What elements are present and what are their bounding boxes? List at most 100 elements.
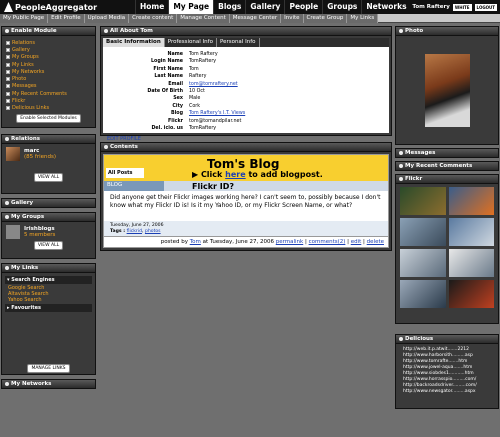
collapse-icon[interactable] [5,137,9,141]
subnav-invite[interactable]: Invite [281,14,304,23]
tag-link[interactable]: flickrid [127,229,142,234]
nav-people[interactable]: People [284,0,322,14]
relations-header[interactable]: Relations [1,134,96,144]
module-item[interactable]: Flickr [6,97,91,104]
module-item[interactable]: My Recent Comments [6,90,91,97]
nav-blogs[interactable]: Blogs [213,0,245,14]
module-item[interactable]: My Links [6,61,91,68]
module-item[interactable]: Gallery [6,46,91,53]
posted-at-text: at Tuesday, June 27, 2006 [202,239,274,245]
nav-networks[interactable]: Networks [361,0,410,14]
add-blogpost-link[interactable]: here [225,170,246,179]
module-item[interactable]: Photo [6,75,91,82]
subnav-message-center[interactable]: Message Center [229,14,282,23]
subnav-create-content[interactable]: Create content [129,14,178,23]
delicious-header[interactable]: Delicious [395,334,499,344]
messages-header[interactable]: Messages [395,148,499,158]
enable-modules-button[interactable]: Enable Selected Modules [16,113,81,123]
basic-info-content: Name Tom Raftery Login Name TomRaftery First… [103,47,389,142]
my-networks-header[interactable]: My Networks [1,379,96,389]
subnav-manage-content[interactable]: Manage Content [177,14,230,23]
nav-groups[interactable]: Groups [322,0,361,14]
avatar[interactable] [6,147,20,161]
collapse-icon[interactable] [5,215,9,219]
flickr-photo[interactable] [400,249,446,277]
permalink-link[interactable]: permalink [276,239,304,245]
nav-home[interactable]: Home [135,0,168,14]
collapse-icon[interactable] [5,266,9,270]
subnav-public-page[interactable]: My Public Page [0,14,49,23]
white-button[interactable]: WHITE [452,3,472,11]
collapse-icon[interactable] [104,145,108,149]
my-groups-header[interactable]: My Groups [1,212,96,222]
checkbox-icon[interactable] [6,84,10,89]
view-all-groups-button[interactable]: VIEW ALL [33,241,64,250]
collapse-icon[interactable] [399,337,403,341]
edit-post-link[interactable]: edit [351,239,362,245]
collapse-icon[interactable] [399,29,403,33]
checkbox-icon[interactable] [6,106,10,111]
profile-field-value[interactable]: Tom Raftery's I.T. Views [187,111,247,116]
subnav-edit-profile[interactable]: Edit Profile [48,14,85,23]
gallery-header[interactable]: Gallery [1,198,96,208]
tab-personal-info[interactable]: Personal Info [217,38,260,47]
module-item[interactable]: Relations [6,39,91,46]
flickr-header[interactable]: Flickr [395,174,499,184]
module-item[interactable]: Delicious Links [6,105,91,112]
collapse-icon[interactable] [399,164,403,168]
manage-links-button[interactable]: MANAGE LINKS [27,364,70,373]
author-link[interactable]: Tom [190,239,201,245]
module-item[interactable]: My Networks [6,68,91,75]
checkbox-icon[interactable] [6,55,10,60]
checkbox-icon[interactable] [6,47,10,52]
view-all-relations-button[interactable]: VIEW ALL [33,173,64,182]
subnav-create-group[interactable]: Create Group [303,14,348,23]
enable-module-header[interactable]: Enable Module [1,26,96,36]
all-posts-tab[interactable]: All Posts [106,168,144,178]
flickr-photo[interactable] [448,187,494,215]
flickr-photo[interactable] [448,218,494,246]
tab-basic-info[interactable]: Basic Information [103,38,165,47]
checkbox-icon[interactable] [6,40,10,45]
delicious-link[interactable]: http://www.newsgator.........aspx [400,389,494,395]
delete-post-link[interactable]: delete [367,239,384,245]
tab-professional-info[interactable]: Professional Info [165,38,217,47]
link-item[interactable]: Yahoo Search [5,297,92,303]
checkbox-icon[interactable] [6,99,10,104]
checkbox-icon[interactable] [6,69,10,74]
contents-header[interactable]: Contents [100,142,392,152]
module-item[interactable]: Messages [6,83,91,90]
logout-button[interactable]: LOGOUT [474,3,497,11]
profile-field-value[interactable]: tom@tomraftery.net [187,82,247,87]
collapse-icon[interactable] [399,177,403,181]
module-item[interactable]: My Groups [6,54,91,61]
flickr-photo[interactable] [400,280,446,308]
flickr-photo[interactable] [448,280,494,308]
subnav-my-links[interactable]: My Links [347,14,379,23]
comments-link[interactable]: comments(2) [309,239,346,245]
recent-comments-header[interactable]: My Recent Comments [395,161,499,171]
collapse-icon[interactable] [104,29,108,33]
checkbox-icon[interactable] [6,62,10,67]
collapse-icon[interactable] [5,382,9,386]
about-header[interactable]: All About Tom [100,26,392,36]
profile-photo[interactable] [424,53,470,127]
flickr-photo[interactable] [400,187,446,215]
collapse-icon[interactable] [399,151,403,155]
collapse-icon[interactable] [5,29,9,33]
nav-my-page[interactable]: My Page [168,0,214,14]
collapse-icon[interactable] [5,201,9,205]
checkbox-icon[interactable] [6,91,10,96]
blog-tab[interactable]: BLOG [104,181,164,191]
checkbox-icon[interactable] [6,77,10,82]
nav-gallery[interactable]: Gallery [245,0,284,14]
photo-header[interactable]: Photo [395,26,499,36]
post-title[interactable]: Flickr ID? [192,182,234,191]
group-avatar[interactable] [6,225,20,239]
my-links-header[interactable]: My Links [1,263,96,273]
logo[interactable]: PeopleAggregator [0,2,135,12]
subnav-upload-media[interactable]: Upload Media [84,14,130,23]
flickr-photo[interactable] [448,249,494,277]
tag-link[interactable]: photos [145,229,161,234]
flickr-photo[interactable] [400,218,446,246]
